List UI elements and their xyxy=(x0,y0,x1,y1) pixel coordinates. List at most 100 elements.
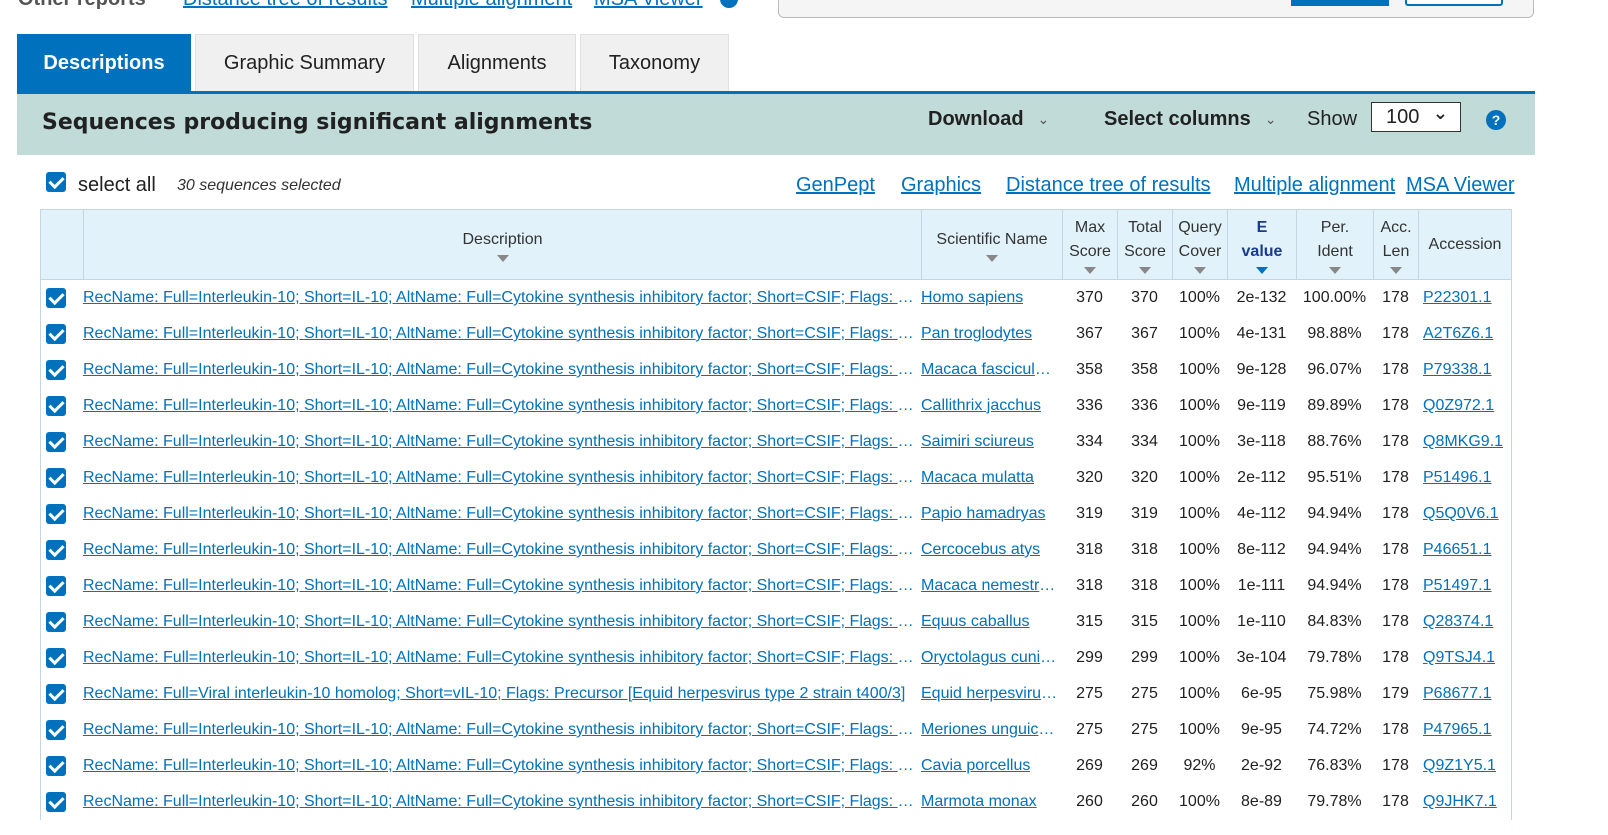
scientific-name-link[interactable]: Macaca mulatta xyxy=(921,460,1034,496)
description-link[interactable]: RecName: Full=Interleukin-10; Short=IL-1… xyxy=(83,748,916,784)
accession-link[interactable]: Q9TSJ4.1 xyxy=(1423,649,1495,667)
row-checkbox[interactable] xyxy=(46,288,66,308)
download-label: Download xyxy=(928,108,1024,130)
row-checkbox[interactable] xyxy=(46,756,66,776)
header-scientific-name[interactable]: Scientific Name xyxy=(921,210,1062,280)
top-link-msa-viewer[interactable]: MSA Viewer xyxy=(594,0,703,11)
genpept-link[interactable]: GenPept xyxy=(796,174,875,197)
description-link[interactable]: RecName: Full=Interleukin-10; Short=IL-1… xyxy=(83,496,916,532)
accession-link[interactable]: Q9JHK7.1 xyxy=(1423,793,1497,811)
header-accession[interactable]: Accession xyxy=(1418,210,1511,280)
accession-cell: Q9Z1Y5.1 xyxy=(1423,748,1513,784)
select-columns-dropdown[interactable]: Select columns ⌄ xyxy=(1104,108,1276,131)
help-icon[interactable] xyxy=(720,0,738,8)
description-link[interactable]: RecName: Full=Viral interleukin-10 homol… xyxy=(83,676,905,712)
tab-graphic-summary[interactable]: Graphic Summary xyxy=(195,34,414,92)
description-link[interactable]: RecName: Full=Interleukin-10; Short=IL-1… xyxy=(83,352,916,388)
header-query-cover[interactable]: Query Cover xyxy=(1172,210,1227,280)
description-link[interactable]: RecName: Full=Interleukin-10; Short=IL-1… xyxy=(83,316,916,352)
accession-link[interactable]: P51497.1 xyxy=(1423,577,1492,595)
row-checkbox[interactable] xyxy=(46,576,66,596)
download-dropdown[interactable]: Download ⌄ xyxy=(928,108,1049,131)
description-link[interactable]: RecName: Full=Interleukin-10; Short=IL-1… xyxy=(83,424,916,460)
max-cell: 336 xyxy=(1076,397,1103,414)
header-e-value[interactable]: E value xyxy=(1227,210,1296,280)
secondary-button[interactable] xyxy=(1405,0,1503,6)
row-checkbox[interactable] xyxy=(46,360,66,380)
accession-link[interactable]: Q5Q0V6.1 xyxy=(1423,505,1499,523)
accession-link[interactable]: P46651.1 xyxy=(1423,541,1492,559)
scientific-name-link[interactable]: Papio hamadryas xyxy=(921,496,1046,532)
select-all-label[interactable]: select all xyxy=(78,174,156,197)
header-per-ident[interactable]: Per. Ident xyxy=(1296,210,1373,280)
description-link[interactable]: RecName: Full=Interleukin-10; Short=IL-1… xyxy=(83,532,916,568)
multiple-alignment-link[interactable]: Multiple alignment xyxy=(1234,174,1395,197)
scientific-name-link[interactable]: Macaca nemestrina xyxy=(921,568,1058,604)
accession-link[interactable]: P79338.1 xyxy=(1423,361,1492,379)
msa-viewer-link[interactable]: MSA Viewer xyxy=(1406,174,1515,197)
accession-link[interactable]: P68677.1 xyxy=(1423,685,1492,703)
len-cell: 178 xyxy=(1382,541,1409,558)
row-checkbox[interactable] xyxy=(46,612,66,632)
header-acc-len[interactable]: Acc. Len xyxy=(1373,210,1418,280)
select-all-checkbox[interactable] xyxy=(46,172,66,192)
description-link[interactable]: RecName: Full=Interleukin-10; Short=IL-1… xyxy=(83,784,916,820)
scientific-name-link[interactable]: Equid herpesvirus 2 xyxy=(921,676,1058,712)
accession-link[interactable]: P51496.1 xyxy=(1423,469,1492,487)
top-link-distance-tree[interactable]: Distance tree of results xyxy=(183,0,388,11)
accession-link[interactable]: P47965.1 xyxy=(1423,721,1492,739)
scientific-name-link[interactable]: Cercocebus atys xyxy=(921,532,1040,568)
row-checkbox[interactable] xyxy=(46,396,66,416)
accession-link[interactable]: Q0Z972.1 xyxy=(1423,397,1494,415)
tab-descriptions[interactable]: Descriptions xyxy=(17,34,191,92)
tab-alignments[interactable]: Alignments xyxy=(418,34,576,92)
accession-link[interactable]: Q28374.1 xyxy=(1423,613,1493,631)
scientific-name-link[interactable]: Macaca fascicularis xyxy=(921,352,1058,388)
accession-link[interactable]: P22301.1 xyxy=(1423,289,1492,307)
scientific-name-link[interactable]: Meriones unguiculatus xyxy=(921,712,1058,748)
scientific-name-link[interactable]: Homo sapiens xyxy=(921,280,1023,316)
help-icon[interactable]: ? xyxy=(1486,110,1506,130)
row-checkbox[interactable] xyxy=(46,504,66,524)
header-total-score[interactable]: Total Score xyxy=(1117,210,1172,280)
row-checkbox[interactable] xyxy=(46,540,66,560)
description-link[interactable]: RecName: Full=Interleukin-10; Short=IL-1… xyxy=(83,604,916,640)
top-link-multiple-alignment[interactable]: Multiple alignment xyxy=(411,0,572,11)
row-checkbox[interactable] xyxy=(46,720,66,740)
row-checkbox[interactable] xyxy=(46,324,66,344)
ident-cell: 98.88% xyxy=(1307,325,1362,342)
row-checkbox[interactable] xyxy=(46,684,66,704)
row-checkbox[interactable] xyxy=(46,648,66,668)
distance-tree-link[interactable]: Distance tree of results xyxy=(1006,174,1211,197)
scientific-name-link[interactable]: Callithrix jacchus xyxy=(921,388,1041,424)
row-checkbox[interactable] xyxy=(46,792,66,812)
accession-link[interactable]: Q8MKG9.1 xyxy=(1423,433,1503,451)
scientific-name-link[interactable]: Equus caballus xyxy=(921,604,1030,640)
scientific-name-link[interactable]: Oryctolagus cuniculus xyxy=(921,640,1058,676)
description-link[interactable]: RecName: Full=Interleukin-10; Short=IL-1… xyxy=(83,640,916,676)
description-link[interactable]: RecName: Full=Interleukin-10; Short=IL-1… xyxy=(83,712,916,748)
row-checkbox[interactable] xyxy=(46,432,66,452)
evalue-cell: 3e-118 xyxy=(1237,433,1286,450)
row-checkbox[interactable] xyxy=(46,468,66,488)
description-link[interactable]: RecName: Full=Interleukin-10; Short=IL-1… xyxy=(83,388,916,424)
tab-taxonomy[interactable]: Taxonomy xyxy=(580,34,729,92)
graphics-link[interactable]: Graphics xyxy=(901,174,981,197)
description-link[interactable]: RecName: Full=Interleukin-10; Short=IL-1… xyxy=(83,568,916,604)
accession-link[interactable]: Q9Z1Y5.1 xyxy=(1423,757,1496,775)
row-checkbox-cell xyxy=(46,640,80,676)
header-max-score[interactable]: Max Score xyxy=(1062,210,1117,280)
scientific-name-link[interactable]: Saimiri sciureus xyxy=(921,424,1034,460)
scientific-name-link[interactable]: Cavia porcellus xyxy=(921,748,1030,784)
accession-link[interactable]: A2T6Z6.1 xyxy=(1423,325,1493,343)
scientific-name-link[interactable]: Pan troglodytes xyxy=(921,316,1032,352)
accession-cell: Q28374.1 xyxy=(1423,604,1513,640)
scientific-name-link[interactable]: Marmota monax xyxy=(921,784,1037,820)
show-count-select[interactable]: 100 ⌄ xyxy=(1371,102,1461,132)
ident-cell: 79.78% xyxy=(1307,649,1362,666)
total-cell: 318 xyxy=(1131,541,1158,558)
primary-button[interactable] xyxy=(1291,0,1389,6)
header-description[interactable]: Description xyxy=(83,210,921,280)
description-link[interactable]: RecName: Full=Interleukin-10; Short=IL-1… xyxy=(83,460,916,496)
description-link[interactable]: RecName: Full=Interleukin-10; Short=IL-1… xyxy=(83,280,916,316)
